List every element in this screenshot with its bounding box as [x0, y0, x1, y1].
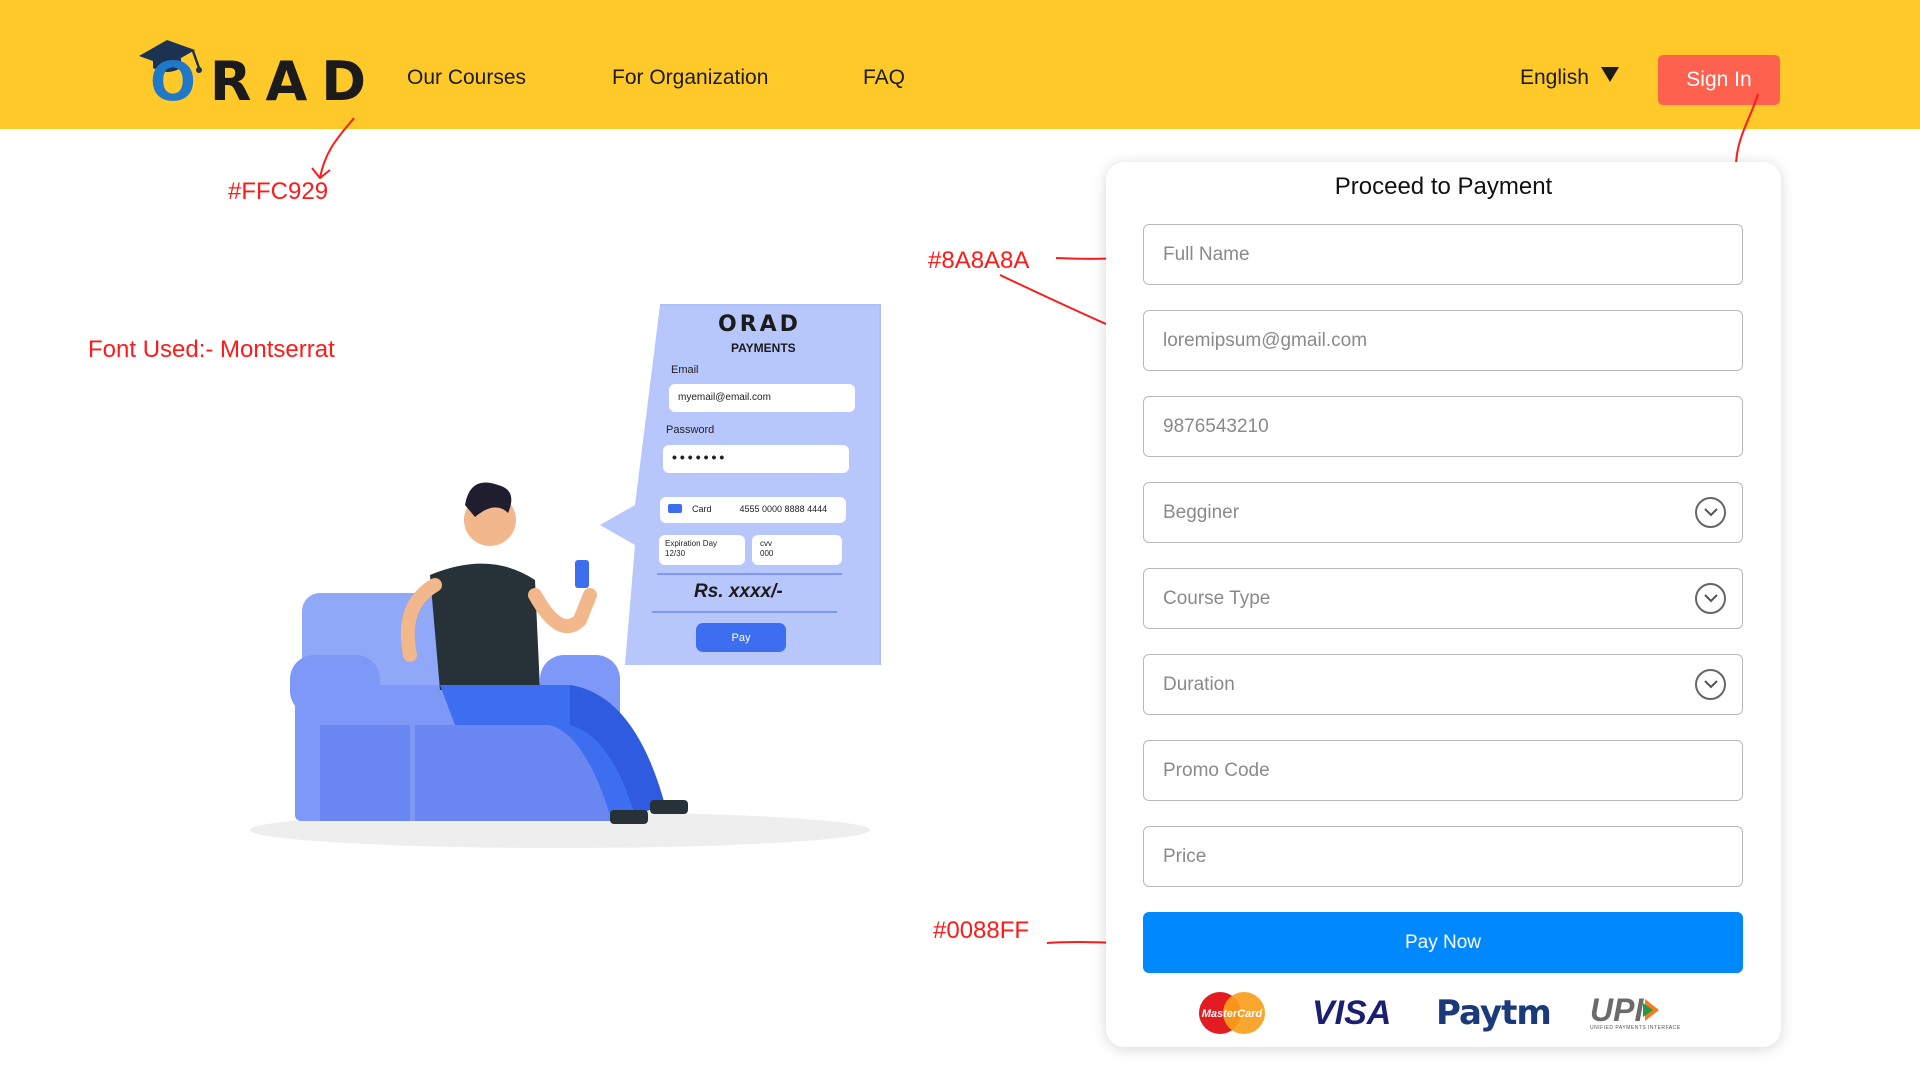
illus-password-value: •••••••: [672, 449, 728, 465]
paytm-text: Paytm: [1436, 993, 1552, 1033]
illus-logo: ORAD: [718, 312, 801, 337]
mastercard-logo: MasterCard: [1196, 990, 1268, 1036]
nav-faq[interactable]: FAQ: [863, 66, 905, 90]
illus-password-field: •••••••: [663, 445, 849, 473]
illus-expiration-value: 12/30: [665, 549, 686, 558]
full-name-field[interactable]: [1143, 224, 1743, 285]
upi-text: UPI: [1590, 992, 1644, 1028]
illus-cvv-value: 000: [760, 549, 774, 558]
illus-password-label: Password: [666, 424, 715, 436]
duration-select[interactable]: Duration: [1143, 654, 1743, 715]
upi-caption: UNIFIED PAYMENTS INTERFACE: [1590, 1025, 1681, 1031]
illus-cvv-field: cvv 000: [752, 535, 842, 565]
visa-logo: VISA: [1312, 990, 1391, 1036]
illus-divider-2: [652, 611, 837, 613]
illus-card-number: 4555 0000 8888 4444: [739, 504, 828, 514]
phone-value: 9876543210: [1163, 415, 1269, 437]
brand-logo-text[interactable]: ORAD: [150, 50, 380, 113]
promo-code-field[interactable]: [1143, 740, 1743, 801]
promo-code-input[interactable]: [1163, 759, 1742, 782]
annotation-button-color: #0088FF: [933, 917, 1030, 944]
price-input[interactable]: [1163, 845, 1742, 868]
sign-in-button[interactable]: Sign In: [1658, 55, 1780, 105]
payment-illustration: [250, 304, 881, 848]
course-type-select[interactable]: Course Type: [1143, 568, 1743, 629]
illus-expiration-field: Expiration Day 12/30: [659, 535, 745, 565]
annotation-input-color: #8A8A8A: [928, 247, 1030, 274]
card-icon: [668, 504, 682, 513]
illus-email-label: Email: [671, 364, 699, 376]
nav-for-organization[interactable]: For Organization: [612, 66, 768, 90]
pay-now-button[interactable]: Pay Now: [1143, 912, 1743, 973]
nav-our-courses[interactable]: Our Courses: [407, 66, 526, 90]
top-header: ORAD Our Courses For Organization FAQ En…: [0, 0, 1920, 129]
annotation-header-color: #FFC929: [228, 178, 329, 205]
illus-email-value: myemail@email.com: [678, 392, 771, 403]
dropdown-triangle-icon: [1600, 67, 1619, 82]
illus-amount: Rs. xxxx/-: [694, 581, 783, 602]
upi-arrow-icon: [1643, 999, 1660, 1021]
illus-logo-text: ORAD: [718, 312, 801, 337]
chevron-down-icon[interactable]: [1695, 497, 1726, 528]
chevron-down-icon[interactable]: [1695, 583, 1726, 614]
language-selector[interactable]: English: [1520, 66, 1619, 90]
visa-text: VISA: [1312, 993, 1392, 1032]
paytm-logo: Paytm: [1436, 990, 1552, 1036]
logo-letter-o: O: [150, 50, 210, 113]
level-select[interactable]: Begginer: [1143, 482, 1743, 543]
course-type-value: Course Type: [1163, 587, 1271, 609]
level-value: Begginer: [1163, 501, 1240, 523]
illus-email-field: myemail@email.com: [669, 384, 855, 412]
mastercard-text: MasterCard: [1202, 1008, 1263, 1020]
illus-card-label: Card: [692, 504, 712, 514]
illus-cvv-label: cvv: [760, 539, 772, 548]
illus-divider: [657, 573, 842, 575]
email-value: loremipsum@gmail.com: [1163, 329, 1368, 351]
illus-pay-button: Pay: [696, 623, 786, 652]
upi-logo: UPI UNIFIED PAYMENTS INTERFACE: [1590, 990, 1681, 1036]
illus-expiration-label: Expiration Day: [665, 539, 718, 548]
illus-subtitle: PAYMENTS: [731, 341, 796, 355]
email-field[interactable]: loremipsum@gmail.com: [1143, 310, 1743, 371]
language-label: English: [1520, 66, 1589, 89]
chevron-down-icon[interactable]: [1695, 669, 1726, 700]
illus-card-field: Card 4555 0000 8888 4444: [660, 497, 846, 523]
payment-title: Proceed to Payment: [1334, 173, 1553, 200]
full-name-input[interactable]: [1163, 243, 1742, 266]
phone-field[interactable]: 9876543210: [1143, 396, 1743, 457]
duration-value: Duration: [1163, 673, 1235, 695]
price-field[interactable]: [1143, 826, 1743, 887]
